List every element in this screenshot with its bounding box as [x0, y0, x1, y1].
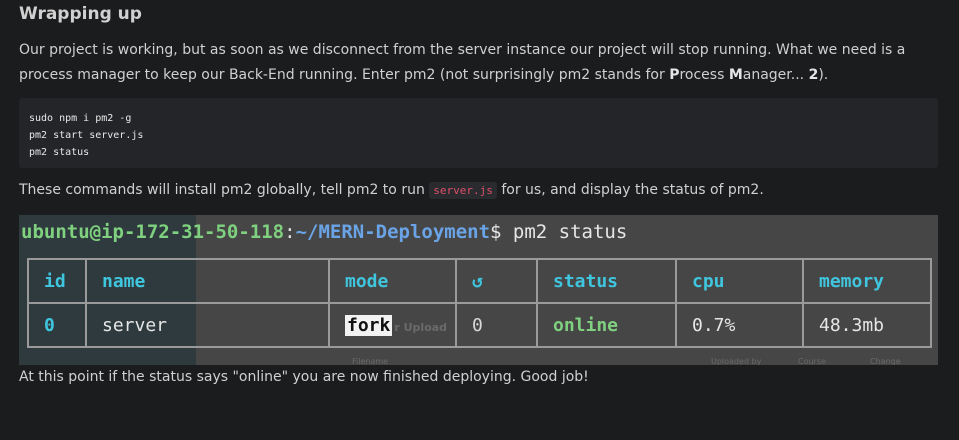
- cell-id: 0: [27, 302, 87, 348]
- code-block: sudo npm i pm2 -g pm2 start server.js pm…: [19, 98, 938, 168]
- cell-mode: fork r Upload: [328, 302, 457, 348]
- cell-cpu: 0.7%: [675, 302, 804, 348]
- terminal-screenshot: ubuntu@ip-172-31-50-118:~/MERN-Deploymen…: [19, 215, 938, 365]
- cell-name: server: [85, 302, 330, 348]
- col-header-mode: mode: [328, 258, 457, 304]
- col-header-cpu: cpu: [675, 258, 804, 304]
- ghost-label: Uploaded by: [711, 357, 762, 365]
- col-header-id: id: [27, 258, 87, 304]
- col-header-name: name: [85, 258, 330, 304]
- col-header-restarts: ↺: [455, 258, 538, 304]
- commands-paragraph: These commands will install pm2 globally…: [19, 182, 764, 199]
- ghost-label: Change: [870, 357, 901, 365]
- col-header-memory: memory: [802, 258, 932, 304]
- mode-value: fork: [345, 314, 393, 336]
- ghost-label: Course: [798, 357, 826, 365]
- terminal-prompt: ubuntu@ip-172-31-50-118:~/MERN-Deploymen…: [21, 221, 628, 243]
- inline-code: server.js: [429, 182, 497, 199]
- table-row: 0 server fork r Upload 0 online 0.7% 48.3…: [27, 302, 932, 348]
- cell-memory: 48.3mb: [802, 302, 932, 348]
- section-heading: Wrapping up: [19, 4, 142, 24]
- cell-status: online: [536, 302, 677, 348]
- table-header-row: id name mode ↺ status cpu memory: [27, 258, 932, 304]
- cell-restarts: 0: [455, 302, 538, 348]
- closing-paragraph: At this point if the status says "online…: [19, 369, 589, 385]
- code-line: pm2 start server.js: [29, 130, 144, 141]
- code-line: sudo npm i pm2 -g: [29, 113, 132, 124]
- overlay-text: r Upload: [394, 320, 448, 334]
- pm2-status-table: id name mode ↺ status cpu memory 0 serve…: [27, 258, 932, 348]
- ghost-label: Filename: [352, 357, 389, 365]
- intro-paragraph: Our project is working, but as soon as w…: [19, 42, 906, 83]
- code-line: pm2 status: [29, 147, 90, 158]
- col-header-status: status: [536, 258, 677, 304]
